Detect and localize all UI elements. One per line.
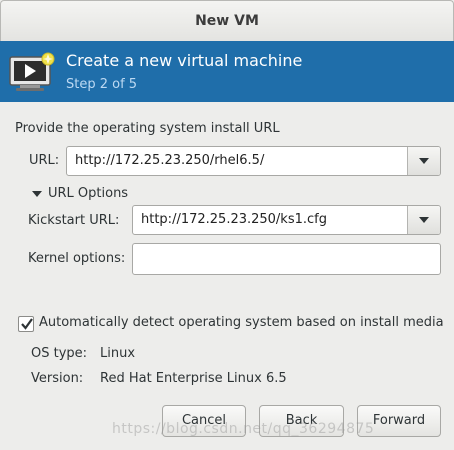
kernel-options-label: Kernel options:	[28, 251, 126, 266]
kickstart-url-label: Kickstart URL:	[28, 213, 120, 228]
kickstart-url-input[interactable]: http://172.25.23.250/ks1.cfg	[141, 212, 327, 227]
vm-monitor-icon	[8, 51, 56, 95]
url-label: URL:	[29, 153, 60, 168]
version-value: Red Hat Enterprise Linux 6.5	[100, 371, 287, 386]
kickstart-url-combo[interactable]: http://172.25.23.250/ks1.cfg	[132, 205, 441, 235]
kickstart-dropdown-button[interactable]	[407, 206, 440, 234]
window-titlebar: New VM	[0, 0, 454, 42]
install-url-section-label: Provide the operating system install URL	[15, 121, 280, 136]
checkmark-icon	[21, 318, 33, 330]
watermark-text: https://blog.csdn.net/qq_36294875	[112, 421, 375, 437]
window-title: New VM	[195, 13, 259, 29]
os-type-label: OS type:	[31, 346, 88, 361]
version-label: Version:	[31, 371, 84, 386]
autodetect-checkbox[interactable]	[18, 316, 34, 332]
autodetect-label[interactable]: Automatically detect operating system ba…	[39, 315, 444, 330]
wizard-header: Create a new virtual machine Step 2 of 5	[0, 41, 454, 102]
url-input[interactable]: http://172.25.23.250/rhel6.5/	[75, 153, 264, 168]
os-type-value: Linux	[100, 346, 136, 361]
url-dropdown-button[interactable]	[407, 147, 440, 175]
wizard-title: Create a new virtual machine	[66, 51, 303, 70]
wizard-step: Step 2 of 5	[66, 77, 138, 92]
chevron-down-icon	[419, 217, 429, 223]
url-combo[interactable]: http://172.25.23.250/rhel6.5/	[66, 146, 441, 176]
expander-arrow-icon	[32, 191, 42, 197]
chevron-down-icon	[419, 158, 429, 164]
kernel-options-input[interactable]	[132, 243, 441, 275]
forward-button-label: Forward	[372, 413, 426, 428]
url-options-label: URL Options	[48, 186, 129, 201]
